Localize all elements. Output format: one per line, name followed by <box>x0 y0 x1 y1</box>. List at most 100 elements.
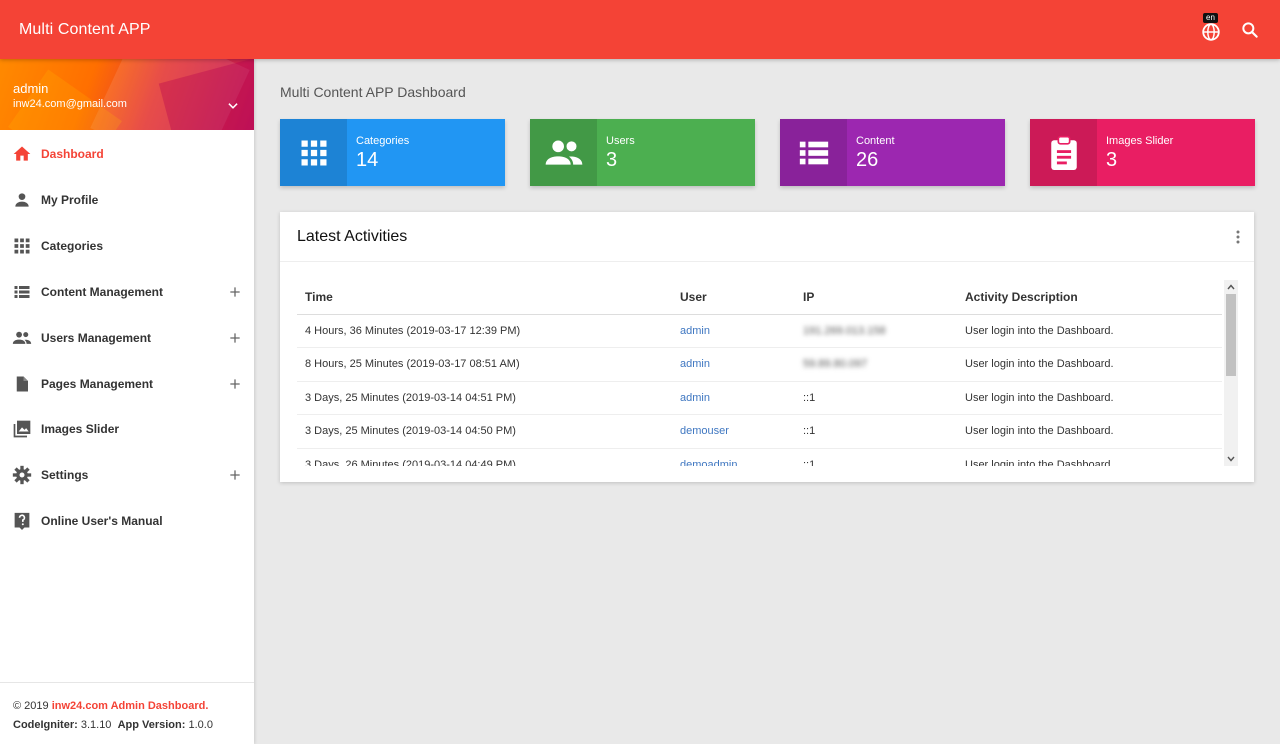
table-row: 3 Days, 25 Minutes (2019-03-14 04:50 PM)… <box>297 414 1222 449</box>
stat-value: 3 <box>606 149 618 171</box>
page-title: Multi Content APP Dashboard <box>280 84 466 100</box>
search-icon[interactable] <box>1240 20 1260 40</box>
plus-icon[interactable] <box>228 468 242 482</box>
clipboard-icon <box>1030 119 1097 186</box>
table-scrollbar[interactable] <box>1224 280 1238 466</box>
stat-value: 3 <box>1106 149 1118 171</box>
apps-grid-icon <box>280 119 347 186</box>
cell-time: 4 Hours, 36 Minutes (2019-03-17 12:39 PM… <box>297 314 672 348</box>
stat-card-content[interactable]: Content 26 <box>780 119 1005 186</box>
cell-user-link[interactable]: admin <box>672 347 795 382</box>
group-icon <box>12 328 32 348</box>
group-icon <box>530 119 597 186</box>
language-switcher[interactable]: en <box>1200 12 1222 41</box>
app-version: 1.0.0 <box>188 719 213 731</box>
cell-time: 3 Days, 25 Minutes (2019-03-14 04:51 PM) <box>297 381 672 415</box>
top-app-bar: Multi Content APP en <box>0 0 1280 59</box>
stat-label: Users <box>606 135 635 147</box>
language-badge: en <box>1203 12 1218 23</box>
framework-label: CodeIgniter: <box>13 719 78 731</box>
stat-value: 14 <box>356 149 379 171</box>
sidebar: admin inw24.com@gmail.com Dashboard My P… <box>0 59 254 744</box>
user-email: inw24.com@gmail.com <box>13 98 127 110</box>
table-row: 8 Hours, 25 Minutes (2019-03-17 08:51 AM… <box>297 347 1222 382</box>
cell-time: 3 Days, 26 Minutes (2019-03-14 04:49 PM) <box>297 448 672 466</box>
column-header-time: Time <box>297 280 672 315</box>
plus-icon[interactable] <box>228 331 242 345</box>
ip-value: 59.89.80.097 <box>803 358 868 371</box>
cell-description: User login into the Dashboard. <box>957 347 1222 382</box>
stat-card-images-slider[interactable]: Images Slider 3 <box>1030 119 1255 186</box>
photo-library-icon <box>12 419 32 439</box>
sidebar-item-label: Categories <box>41 239 104 253</box>
sidebar-item-label: Users Management <box>41 331 152 345</box>
stat-card-categories[interactable]: Categories 14 <box>280 119 505 186</box>
app-version-label: App Version: <box>117 719 186 731</box>
footer-brand-link[interactable]: inw24.com Admin Dashboard. <box>52 700 209 712</box>
sidebar-item-settings[interactable]: Settings <box>0 455 254 495</box>
cell-description: User login into the Dashboard. <box>957 381 1222 415</box>
latest-activities-card: Latest Activities Time User IP Activity … <box>280 212 1254 482</box>
table-row: 3 Days, 26 Minutes (2019-03-14 04:49 PM)… <box>297 448 1222 466</box>
sidebar-item-label: Dashboard <box>41 147 104 161</box>
sidebar-item-label: Settings <box>41 468 89 482</box>
chevron-down-icon[interactable] <box>226 99 240 113</box>
cell-user-link[interactable]: admin <box>672 381 795 415</box>
sidebar-item-categories[interactable]: Categories <box>0 226 254 266</box>
cell-ip: ::1 <box>795 381 957 415</box>
list-icon <box>780 119 847 186</box>
ip-value: 191.269.013.158 <box>803 324 886 337</box>
sidebar-item-my-profile[interactable]: My Profile <box>0 180 254 220</box>
sidebar-item-label: Pages Management <box>41 377 154 391</box>
scroll-up-arrow-icon[interactable] <box>1224 280 1238 294</box>
cell-user-link[interactable]: demouser <box>672 414 795 449</box>
sidebar-item-dashboard[interactable]: Dashboard <box>0 134 254 174</box>
plus-icon[interactable] <box>228 377 242 391</box>
sidebar-item-label: Content Management <box>41 285 164 299</box>
sidebar-footer: © 2019 inw24.com Admin Dashboard. CodeIg… <box>0 682 254 744</box>
cell-user-link[interactable]: admin <box>672 314 795 348</box>
cell-user-link[interactable]: demoadmin <box>672 448 795 466</box>
sidebar-item-label: My Profile <box>41 193 99 207</box>
cell-description: User login into the Dashboard. <box>957 314 1222 348</box>
more-vert-icon[interactable] <box>1232 229 1244 245</box>
table-row: 3 Days, 25 Minutes (2019-03-14 04:51 PM)… <box>297 381 1222 415</box>
column-header-user: User <box>672 280 795 315</box>
scrollbar-thumb[interactable] <box>1226 294 1236 376</box>
sidebar-item-images-slider[interactable]: Images Slider <box>0 409 254 449</box>
card-header: Latest Activities <box>280 212 1254 262</box>
apps-grid-icon <box>12 236 32 256</box>
person-icon <box>12 190 32 210</box>
user-name: admin <box>13 81 49 96</box>
table-header-row: Time User IP Activity Description <box>297 280 1222 315</box>
column-header-activity-description: Activity Description <box>957 280 1222 315</box>
stat-label: Categories <box>356 135 410 147</box>
user-info-panel: admin inw24.com@gmail.com <box>0 59 254 130</box>
cell-ip: ::1 <box>795 448 957 466</box>
cell-time: 3 Days, 25 Minutes (2019-03-14 04:50 PM) <box>297 414 672 449</box>
app-title[interactable]: Multi Content APP <box>19 21 151 39</box>
sidebar-item-content-management[interactable]: Content Management <box>0 272 254 312</box>
cell-ip: 59.89.80.097 <box>795 347 957 382</box>
cell-description: User login into the Dashboard. <box>957 414 1222 449</box>
cell-description: User login into the Dashboard. <box>957 448 1222 466</box>
stat-label: Content <box>856 135 895 147</box>
file-icon <box>12 374 32 394</box>
cell-ip: ::1 <box>795 414 957 449</box>
activities-table: Time User IP Activity Description 4 Hour… <box>297 280 1222 466</box>
copyright-text: © 2019 <box>13 700 49 712</box>
sidebar-item-pages-management[interactable]: Pages Management <box>0 364 254 404</box>
list-icon <box>12 282 32 302</box>
home-icon <box>12 144 32 164</box>
table-row: 4 Hours, 36 Minutes (2019-03-17 12:39 PM… <box>297 314 1222 348</box>
card-title: Latest Activities <box>297 227 408 245</box>
stat-value: 26 <box>856 149 879 171</box>
activities-table-scroll[interactable]: Time User IP Activity Description 4 Hour… <box>297 280 1222 466</box>
column-header-ip: IP <box>795 280 957 315</box>
scroll-down-arrow-icon[interactable] <box>1224 452 1238 466</box>
gear-icon <box>12 465 32 485</box>
plus-icon[interactable] <box>228 285 242 299</box>
sidebar-item-online-users-manual[interactable]: Online User's Manual <box>0 501 254 541</box>
stat-card-users[interactable]: Users 3 <box>530 119 755 186</box>
sidebar-item-users-management[interactable]: Users Management <box>0 318 254 358</box>
